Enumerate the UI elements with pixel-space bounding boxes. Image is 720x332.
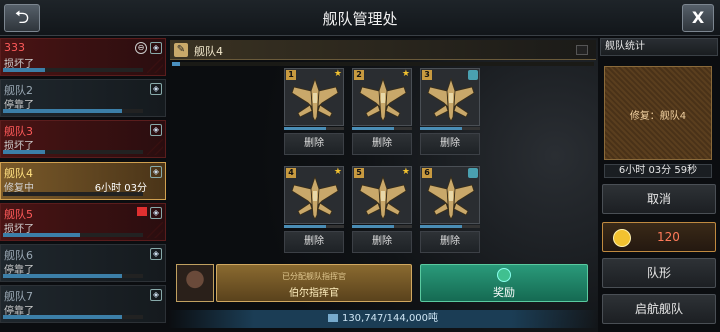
fleet-type-icon: ◈ (150, 42, 162, 54)
repair-status-box: 修复：舰队4 (604, 66, 712, 160)
fleet-item[interactable]: 舰队2 停靠了 ◈ (0, 79, 166, 117)
flag-icon (137, 207, 147, 216)
edit-icon[interactable]: ✎ (174, 43, 188, 57)
capacity-bar: 130,747/144,000吨 (168, 310, 598, 328)
fleet-type-icon: ◈ (150, 248, 162, 260)
commander-button[interactable]: 已分配舰队指挥官 伯尔指挥官 (216, 264, 412, 302)
ship-card[interactable]: 4 ★ (284, 166, 344, 224)
fleet-item[interactable]: 舰队7 停靠了 ◈ (0, 285, 166, 323)
cancel-button[interactable]: 取消 (602, 184, 716, 214)
close-button[interactable]: X (682, 4, 714, 32)
fleet-health-bar (3, 68, 143, 72)
delete-ship-button[interactable]: 删除 (420, 133, 480, 155)
tonnage-icon (327, 314, 338, 322)
page-title: 舰队管理处 (322, 10, 398, 28)
no-entry-icon: ⊖ (135, 42, 147, 54)
ship-health-bar (284, 225, 344, 228)
ship-slot: 4 ★ 删除 (284, 166, 344, 254)
delete-ship-button[interactable]: 删除 (284, 231, 344, 253)
fleet-health-bar (3, 315, 143, 319)
ship-icon (358, 77, 408, 123)
fleet-type-icon: ◈ (150, 83, 162, 95)
top-bar: ⮌ 舰队管理处 X (0, 0, 720, 36)
ship-card[interactable]: 3 (420, 68, 480, 126)
coin-icon (613, 229, 631, 247)
ship-card[interactable]: 5 ★ (352, 166, 412, 224)
reward-label: 奖励 (493, 286, 515, 299)
fleet-header-name: 舰队4 (194, 45, 223, 58)
fleet-main: ✎ 舰队4 1 ★ 删除 2 ★ 删除 3 删除 4 ★ 删除 5 ★ 删除 6 删除 已分配舰队指挥官 伯尔… (168, 38, 598, 332)
flag-icon (576, 45, 588, 55)
ship-slot: 6 删除 (420, 166, 480, 254)
ship-slot: 2 ★ 删除 (352, 68, 412, 156)
fleet-health-bar (3, 150, 143, 154)
fleet-health-bar (3, 109, 143, 113)
fleet-health-bar (3, 192, 143, 196)
fleet-type-icon: ◈ (150, 289, 162, 301)
ship-health-bar (420, 127, 480, 130)
formation-button[interactable]: 队形 (602, 258, 716, 288)
fleet-type-icon: ◈ (150, 207, 162, 219)
ship-slot: 5 ★ 删除 (352, 166, 412, 254)
damage-stripes (147, 57, 163, 73)
fleet-item[interactable]: 333 损坏了 ◈ ⊖ (0, 38, 166, 76)
delete-ship-button[interactable]: 删除 (420, 231, 480, 253)
instant-repair-button[interactable]: 120 (602, 222, 716, 252)
ship-card[interactable]: 2 ★ (352, 68, 412, 126)
fleet-item[interactable]: 舰队4 修复中 6小时 03分 ◈ (0, 162, 166, 200)
launch-fleet-button[interactable]: 启航舰队 (602, 294, 716, 324)
fleet-item[interactable]: 舰队3 损坏了 ◈ (0, 120, 166, 158)
fleet-item[interactable]: 舰队5 损坏了 ◈ (0, 203, 166, 241)
ship-icon (426, 175, 476, 221)
fleet-type-icon: ◈ (150, 166, 162, 178)
ship-icon (358, 175, 408, 221)
fleet-list: 333 损坏了 ◈ ⊖ 舰队2 停靠了 ◈ 舰队3 损坏了 ◈ 舰队4 修复中 6小时 03分 ◈ 舰队5 损… (0, 38, 166, 332)
ship-card[interactable]: 6 (420, 166, 480, 224)
ship-slot: 3 删除 (420, 68, 480, 156)
repair-label: 修复：舰队4 (629, 111, 687, 122)
ship-card[interactable]: 1 ★ (284, 68, 344, 126)
ship-icon (426, 77, 476, 123)
repair-cost: 120 (657, 230, 680, 244)
damage-stripes (147, 139, 163, 155)
reward-button[interactable]: 奖励 (420, 264, 588, 302)
fleet-item[interactable]: 舰队6 停靠了 ◈ (0, 244, 166, 282)
fleet-type-icon: ◈ (150, 124, 162, 136)
ship-icon (290, 77, 340, 123)
delete-ship-button[interactable]: 删除 (352, 133, 412, 155)
commander-name: 伯尔指挥官 (289, 288, 339, 299)
stats-panel: 舰队统计 修复：舰队4 6小时 03分 59秒 取消 120 队形 启航舰队 (600, 38, 718, 332)
fleet-health-bar (3, 274, 143, 278)
damage-stripes (147, 222, 163, 238)
repair-timer: 6小时 03分 59秒 (604, 164, 712, 178)
capacity-value: 130,747/144,000吨 (341, 313, 439, 324)
fleet-progress-strip (172, 62, 594, 66)
ship-health-bar (284, 127, 344, 130)
stats-panel-title: 舰队统计 (600, 38, 718, 56)
fleet-name: 333 (4, 41, 25, 54)
commander-avatar[interactable] (176, 264, 214, 302)
ship-health-bar (352, 127, 412, 130)
delete-ship-button[interactable]: 删除 (352, 231, 412, 253)
delete-ship-button[interactable]: 删除 (284, 133, 344, 155)
ship-health-bar (420, 225, 480, 228)
reward-icon (497, 268, 511, 282)
ship-health-bar (352, 225, 412, 228)
ship-icon (290, 175, 340, 221)
commander-title: 已分配舰队指挥官 (282, 272, 346, 281)
ship-slot: 1 ★ 删除 (284, 68, 344, 156)
fleet-header: ✎ 舰队4 (170, 40, 596, 60)
fleet-health-bar (3, 233, 143, 237)
